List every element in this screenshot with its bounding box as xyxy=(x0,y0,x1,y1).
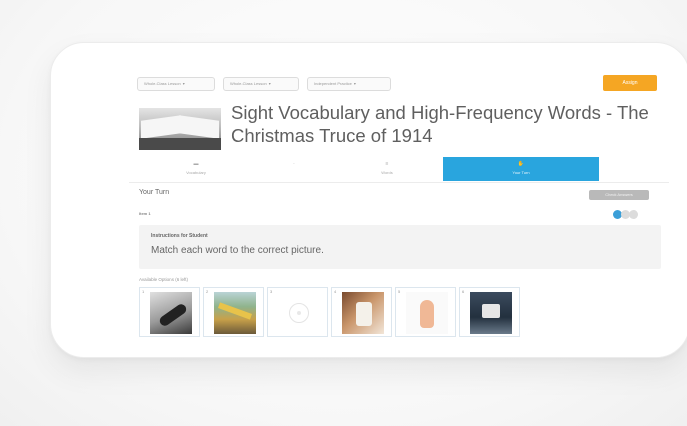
book-page-right xyxy=(179,115,219,139)
blank-circle xyxy=(278,292,320,334)
dropdown-label: Independent Practice xyxy=(314,81,352,86)
lesson-tabs: ▬ Vocabulary · ≡ Words ✋ Your Turn xyxy=(129,157,669,183)
tile-number: 2 xyxy=(206,289,209,294)
option-tile[interactable]: 5 xyxy=(395,287,456,337)
man-shape xyxy=(482,304,500,318)
tile-number: 4 xyxy=(334,289,337,294)
top-toolbar: Whole-Class Lesson ▾ Whole-Class Lesson ▾ … xyxy=(129,69,669,99)
practice-dropdown[interactable]: Independent Practice ▾ xyxy=(307,77,391,91)
section-heading: Your Turn xyxy=(139,189,170,196)
lesson-header: Sight Vocabulary and High-Frequency Word… xyxy=(129,99,669,157)
boot-photo xyxy=(150,292,192,334)
soldiers-shape xyxy=(356,302,372,326)
soldiers-photo xyxy=(342,292,384,334)
book-page-left xyxy=(141,115,181,139)
assign-button[interactable]: Assign xyxy=(603,75,657,91)
option-tile[interactable]: 4 xyxy=(331,287,392,337)
instructions-title: Instructions for Student xyxy=(151,233,208,239)
tile-number: 6 xyxy=(462,289,465,294)
option-tile[interactable]: 6 xyxy=(459,287,520,337)
tab-label: Your Turn xyxy=(512,170,530,175)
book-icon: ▬ xyxy=(193,161,199,167)
tile-number: 1 xyxy=(142,289,145,294)
tab-more[interactable]: · xyxy=(259,157,329,181)
tab-vocabulary[interactable]: ▬ Vocabulary xyxy=(141,157,251,181)
hand-shape xyxy=(420,300,434,328)
item-row: Item 1 xyxy=(129,209,669,223)
group-dropdown[interactable]: Whole-Class Lesson ▾ xyxy=(223,77,299,91)
option-tile[interactable]: 2 xyxy=(203,287,264,337)
instructions-text: Match each word to the correct picture. xyxy=(151,245,324,256)
lesson-cover-image xyxy=(139,108,221,150)
chevron-down-icon: ▾ xyxy=(182,81,185,86)
tile-number: 3 xyxy=(270,289,273,294)
field-photo xyxy=(214,292,256,334)
tab-label: Vocabulary xyxy=(186,170,206,175)
tab-your-turn[interactable]: ✋ Your Turn xyxy=(443,157,599,181)
options-label: Available Options (6 left) xyxy=(139,277,188,282)
tab-words[interactable]: ≡ Words xyxy=(337,157,437,181)
instructions-panel: Instructions for Student Match each word… xyxy=(139,225,661,269)
dropdown-label: Whole-Class Lesson xyxy=(144,81,181,86)
screen: Whole-Class Lesson ▾ Whole-Class Lesson ▾ … xyxy=(129,69,669,357)
item-label: Item 1 xyxy=(139,211,151,216)
chevron-down-icon: ▾ xyxy=(353,81,356,86)
option-tiles: 1 2 3 4 5 6 xyxy=(139,287,539,337)
boot-shape xyxy=(157,302,189,328)
dropdown-label: Whole-Class Lesson xyxy=(230,81,267,86)
lesson-title: Sight Vocabulary and High-Frequency Word… xyxy=(231,102,649,146)
option-tile[interactable]: 3 xyxy=(267,287,328,337)
your-turn-row: Your Turn Check Answers xyxy=(129,183,669,207)
check-answers-button[interactable]: Check Answers xyxy=(589,190,649,200)
hand-icon: ✋ xyxy=(517,161,525,167)
list-icon: ≡ xyxy=(385,161,389,167)
book-shadow xyxy=(139,138,221,150)
tile-number: 5 xyxy=(398,289,401,294)
field-shape xyxy=(217,302,253,320)
tab-label: Words xyxy=(381,170,393,175)
ellipsis-icon: · xyxy=(293,161,295,167)
pager-dot-3[interactable] xyxy=(629,210,638,219)
hand-photo xyxy=(406,292,448,334)
chevron-down-icon: ▾ xyxy=(268,81,271,86)
option-tile[interactable]: 1 xyxy=(139,287,200,337)
man-photo xyxy=(470,292,512,334)
circle-center xyxy=(297,311,301,315)
lesson-type-dropdown[interactable]: Whole-Class Lesson ▾ xyxy=(137,77,215,91)
tablet-frame: Whole-Class Lesson ▾ Whole-Class Lesson ▾ … xyxy=(50,42,687,358)
